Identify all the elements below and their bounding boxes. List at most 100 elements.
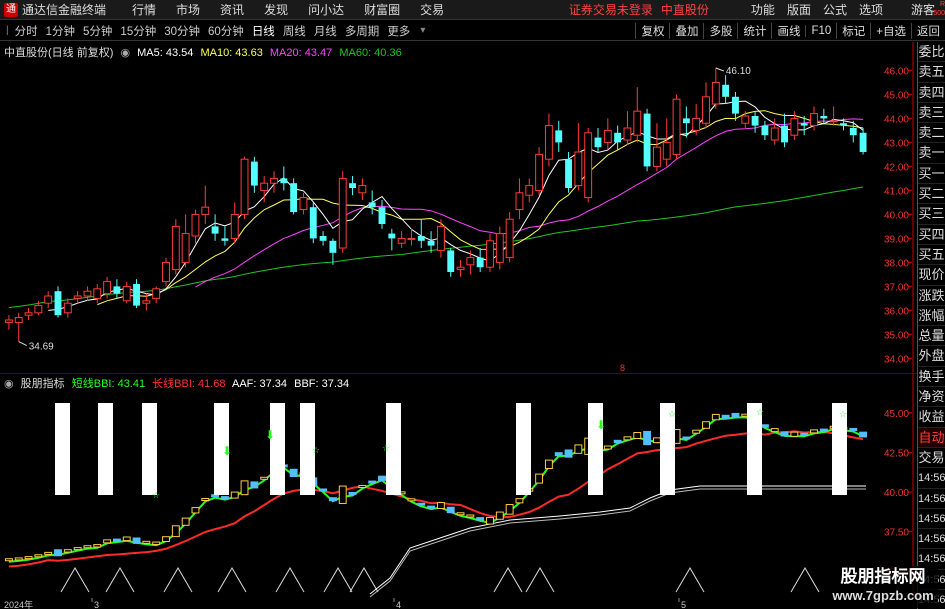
side-volume[interactable]: 总量 [918, 326, 945, 347]
tab-30min[interactable]: 30分钟 [160, 23, 204, 39]
side-change-pct[interactable]: 涨幅 [918, 306, 945, 327]
indicator-bar [495, 511, 504, 520]
side-net-assets[interactable]: 净资 [918, 387, 945, 408]
overlay-button[interactable]: 叠加 [669, 22, 703, 39]
candle-up [456, 266, 465, 271]
star-icon: ☆ [668, 409, 676, 419]
side-bid2[interactable]: 买二 [918, 184, 945, 205]
indicator-bar [162, 536, 170, 543]
menu-quotes[interactable]: 行情 [132, 1, 156, 18]
menu-functions[interactable]: 功能 [751, 1, 775, 18]
side-ask1[interactable]: 卖一 [918, 143, 945, 164]
side-bid-ratio[interactable]: 委比 [918, 42, 945, 63]
indicator-bar [849, 427, 858, 431]
indicator-toggle-icon[interactable]: ◉ [4, 378, 14, 390]
kline-chart-svg[interactable]: 46.00 45.00 44.00 43.00 42.00 41.00 40.00 39.00… [0, 42, 917, 373]
tab-weekly[interactable]: 周线 [279, 23, 310, 39]
side-outer[interactable]: 外盘 [918, 346, 945, 367]
login-notice[interactable]: 证券交易未登录 [569, 1, 653, 18]
candle-up [770, 127, 779, 141]
candle-down [614, 132, 622, 143]
menu-market[interactable]: 市场 [176, 1, 200, 18]
side-bid3[interactable]: 买三 [918, 204, 945, 225]
indicator-bar [682, 436, 691, 440]
indicator-bar [348, 491, 357, 495]
indicator-bar [446, 506, 455, 514]
star-icon: ☆ [839, 409, 847, 419]
signal-column [142, 403, 157, 495]
indicator-bar [652, 437, 661, 444]
draw-button[interactable]: 画线 [771, 22, 805, 39]
candle-down [280, 178, 288, 184]
side-price[interactable]: 现价 [918, 265, 945, 286]
menu-layout[interactable]: 版面 [787, 1, 811, 18]
indicator-bar [564, 449, 573, 458]
side-turnover[interactable]: 换手 [918, 367, 945, 388]
menu-ask[interactable]: 问小达 [308, 1, 344, 18]
ind-y-axis-label: 42.50 [884, 448, 909, 459]
y-axis-label: 40.00 [884, 210, 909, 221]
adjust-button[interactable]: 复权 [635, 22, 669, 39]
candle-down [113, 286, 121, 294]
side-bid4[interactable]: 买四 [918, 225, 945, 245]
corner-badge: R 500 [933, 1, 945, 17]
menu-wealth[interactable]: 财富圈 [364, 1, 400, 18]
f10-button[interactable]: F10 [805, 24, 836, 37]
tab-60min[interactable]: 60分钟 [204, 23, 248, 39]
signal-column [270, 403, 285, 495]
tab-monthly[interactable]: 月线 [310, 23, 341, 39]
kline-chart-panel[interactable]: 46.00 45.00 44.00 43.00 42.00 41.00 40.00 39.00… [0, 42, 917, 373]
tab-1min[interactable]: 1分钟 [42, 23, 79, 39]
menu-trade[interactable]: 交易 [420, 1, 444, 18]
menu-discover[interactable]: 发现 [264, 1, 288, 18]
side-earnings[interactable]: 收益 [918, 407, 945, 428]
side-bid1[interactable]: 买一 [918, 164, 945, 185]
candle-up [525, 185, 534, 196]
ma5-label: MA5: 43.54 [137, 47, 194, 59]
side-bid5[interactable]: 买五 [918, 245, 945, 266]
indicator-bar [4, 558, 13, 562]
indicator-bar [780, 431, 789, 437]
tab-daily[interactable]: 日线 [248, 23, 279, 39]
side-ask5[interactable]: 卖五 [918, 62, 945, 83]
menu-options[interactable]: 选项 [859, 1, 883, 18]
menu-formula[interactable]: 公式 [823, 1, 847, 18]
indicator-bar [800, 432, 809, 436]
candle-up [299, 197, 308, 211]
candle-down [800, 123, 808, 126]
add-watchlist-button[interactable]: +自选 [870, 22, 911, 39]
legend-toggle-icon[interactable]: ◉ [120, 47, 130, 59]
multi-stock-button[interactable]: 多股 [703, 22, 737, 39]
candle-down [221, 238, 229, 241]
stats-button[interactable]: 统计 [737, 22, 771, 39]
indicator-bar [456, 512, 465, 516]
indicator-chart-panel[interactable]: 45.0042.5040.0037.5035.00⬇⬇⬇☆☆☆☆☆☆ ◉ 股朋指… [0, 372, 917, 598]
side-ask3[interactable]: 卖三 [918, 103, 945, 124]
candle-up [270, 177, 278, 184]
side-tab-trades[interactable]: 交易 [918, 448, 945, 469]
watermark-title: 股朋指标网 [840, 567, 926, 586]
tab-more[interactable]: 更多 [383, 23, 414, 39]
indicator-bar [790, 431, 799, 437]
side-change[interactable]: 涨跌 [918, 286, 945, 306]
candle-up [407, 237, 416, 240]
menu-news[interactable]: 资讯 [220, 1, 244, 18]
signal-column [98, 403, 113, 495]
indicator-bar [486, 516, 494, 525]
tab-15min[interactable]: 15分钟 [116, 23, 160, 39]
side-ask2[interactable]: 卖二 [918, 123, 945, 144]
tab-5min[interactable]: 5分钟 [79, 23, 116, 39]
mark-button[interactable]: 标记 [836, 22, 870, 39]
oscillator-triangle [275, 567, 305, 593]
more-dropdown-icon[interactable]: ▾ [420, 25, 425, 36]
side-ask4[interactable]: 卖四 [918, 83, 945, 103]
indicator-bar [338, 485, 347, 504]
back-button[interactable]: 返回 [911, 22, 945, 39]
indicator-bar [623, 436, 632, 441]
candle-down [761, 125, 769, 136]
indicator-chart-svg[interactable]: 45.0042.5040.0037.5035.00⬇⬇⬇☆☆☆☆☆☆ [0, 372, 917, 598]
tab-multi-period[interactable]: 多周期 [341, 23, 384, 39]
tab-intraday[interactable]: 分时 [11, 23, 42, 39]
side-tab-auto[interactable]: 自动 [918, 427, 945, 448]
candle-down [378, 207, 386, 224]
